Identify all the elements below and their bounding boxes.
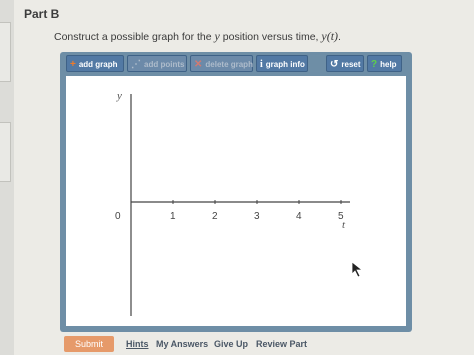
graphing-tool: + add graph ⋰ add points ✕ delete graph i gr…	[60, 52, 412, 332]
mouse-cursor-icon	[351, 261, 364, 278]
y-axis-label: y	[116, 90, 122, 102]
graph-axes: y t 012345	[115, 90, 350, 316]
t-axis-ticks: 0 1 2 3 4 5	[115, 200, 344, 222]
graph-info-button[interactable]: i graph info	[256, 55, 308, 72]
delete-graph-label: delete graph	[205, 60, 253, 69]
reset-label: reset	[341, 60, 361, 69]
left-panel-edge	[0, 0, 15, 355]
my-answers-link[interactable]: My Answers	[156, 339, 208, 349]
t-axis-tick-label: 5	[338, 211, 344, 222]
t-axis-tick-label: 2	[212, 211, 218, 222]
graph-info-label: graph info	[265, 60, 305, 69]
answer-footer: Submit Hints My Answers Give Up Review P…	[60, 336, 420, 352]
graph-toolbar: + add graph ⋰ add points ✕ delete graph i gr…	[66, 55, 406, 73]
submit-button[interactable]: Submit	[64, 336, 114, 352]
t-axis-tick-label: 1	[170, 211, 176, 222]
help-label: help	[380, 60, 397, 69]
left-panel-tab[interactable]	[0, 22, 11, 82]
t-axis-tick-label: 4	[296, 211, 302, 222]
t-axis-tick-label: 0	[115, 211, 121, 222]
instruction-pre: Construct a possible graph for the	[54, 31, 215, 43]
points-icon: ⋰	[131, 59, 141, 70]
graph-canvas[interactable]: y t 012345	[66, 76, 406, 326]
t-axis-tick-label: 3	[254, 211, 260, 222]
part-title: Part B	[24, 7, 60, 21]
delete-icon: ✕	[194, 59, 203, 70]
help-icon: ?	[371, 59, 378, 70]
plus-icon: +	[70, 59, 76, 70]
help-button[interactable]: ? help	[367, 55, 402, 72]
review-part-link[interactable]: Review Part	[256, 339, 307, 349]
add-graph-label: add graph	[78, 60, 118, 69]
reset-icon: ↺	[330, 59, 339, 70]
instruction-post: .	[338, 31, 341, 43]
delete-graph-button[interactable]: ✕ delete graph	[190, 55, 253, 72]
info-icon: i	[260, 59, 263, 70]
add-points-button[interactable]: ⋰ add points	[127, 55, 187, 72]
left-panel-tab[interactable]	[0, 122, 11, 182]
instruction-function: y(t)	[321, 29, 339, 43]
give-up-link[interactable]: Give Up	[214, 339, 248, 349]
instruction-text: Construct a possible graph for the y pos…	[54, 29, 341, 44]
instruction-mid: position versus time,	[219, 31, 322, 43]
add-graph-button[interactable]: + add graph	[66, 55, 124, 72]
reset-button[interactable]: ↺ reset	[326, 55, 364, 72]
hints-link[interactable]: Hints	[126, 339, 149, 349]
add-points-label: add points	[144, 60, 185, 69]
